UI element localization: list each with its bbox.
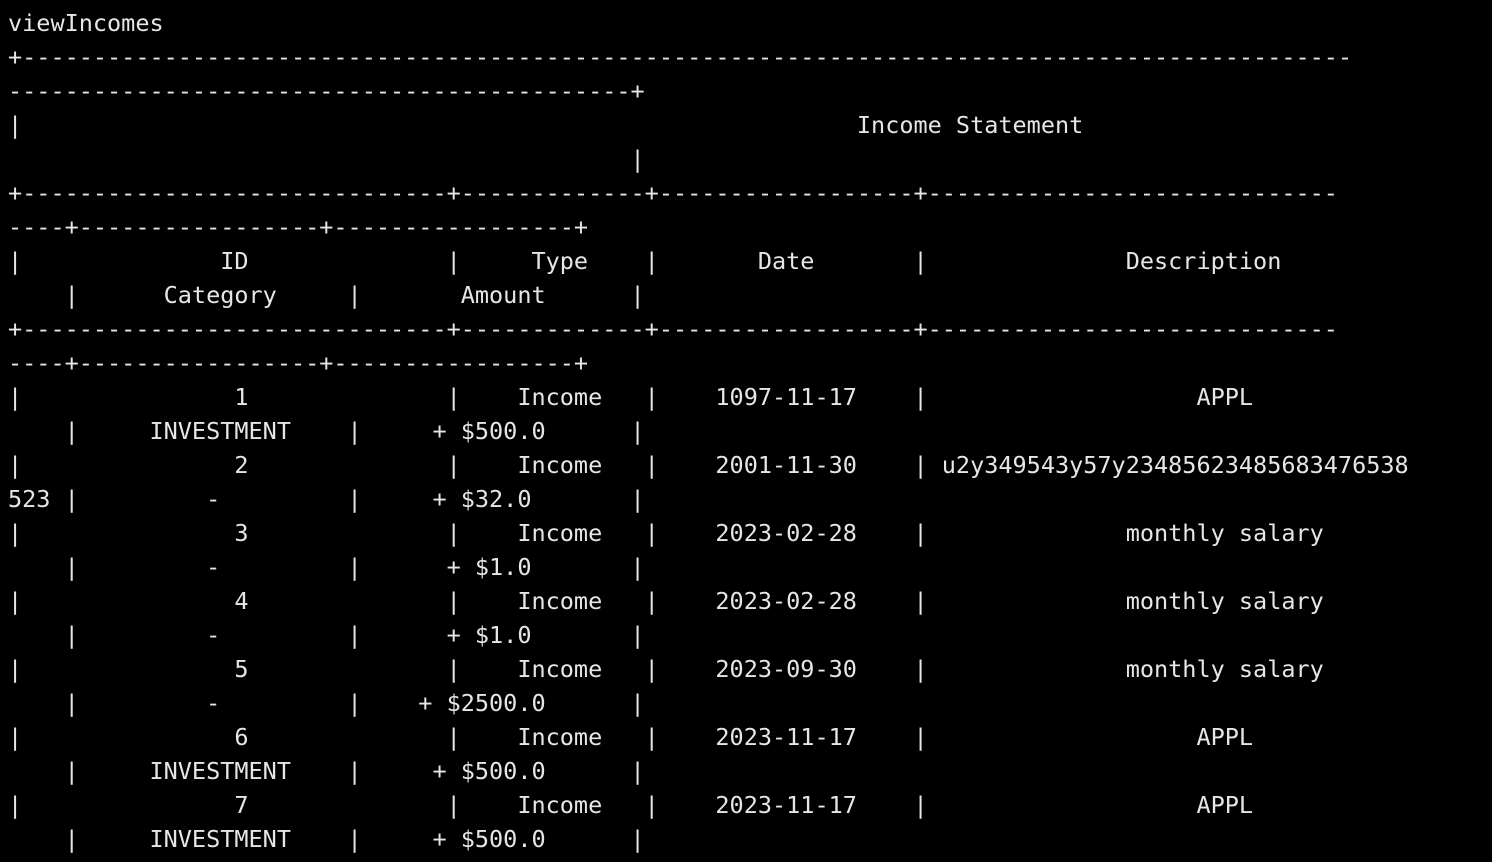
table-row-wrap: | INVESTMENT | + $500.0 | <box>8 825 645 853</box>
table-row-wrap: | - | + $2500.0 | <box>8 689 645 717</box>
table-header-row: | ID | Type | Date | Description <box>8 247 1282 275</box>
table-row: | 3 | Income | 2023-02-28 | monthly sala… <box>8 519 1324 547</box>
table-row: | 7 | Income | 2023-11-17 | APPL <box>8 791 1254 819</box>
terminal-window[interactable]: viewIncomes +---------------------------… <box>0 0 1492 862</box>
table-title: | Income Statement <box>8 111 1084 139</box>
table-separator: +------------------------------+--------… <box>8 315 1338 343</box>
table-border-top: +---------------------------------------… <box>8 43 1353 71</box>
table-row: | 5 | Income | 2023-09-30 | monthly sala… <box>8 655 1324 683</box>
table-row-wrap: 523 | - | + $32.0 | <box>8 485 645 513</box>
table-row: | 6 | Income | 2023-11-17 | APPL <box>8 723 1254 751</box>
table-separator-wrap: ----+-----------------+-----------------… <box>8 213 589 241</box>
table-row: | 2 | Income | 2001-11-30 | u2y349543y57… <box>8 451 1409 479</box>
table-separator: +------------------------------+--------… <box>8 179 1338 207</box>
table-row: | 1 | Income | 1097-11-17 | APPL <box>8 383 1254 411</box>
table-row-wrap: | - | + $1.0 | <box>8 553 645 581</box>
table-row: | 4 | Income | 2023-02-28 | monthly sala… <box>8 587 1324 615</box>
table-header-row-wrap: | Category | Amount | <box>8 281 645 309</box>
table-border-top-wrap: ----------------------------------------… <box>8 77 645 105</box>
table-separator-wrap: ----+-----------------+-----------------… <box>8 349 589 377</box>
table-title-wrap: | <box>8 145 645 173</box>
table-row-wrap: | INVESTMENT | + $500.0 | <box>8 417 645 445</box>
table-row-wrap: | - | + $1.0 | <box>8 621 645 649</box>
table-row-wrap: | INVESTMENT | + $500.0 | <box>8 757 645 785</box>
command-line: viewIncomes <box>8 9 164 37</box>
